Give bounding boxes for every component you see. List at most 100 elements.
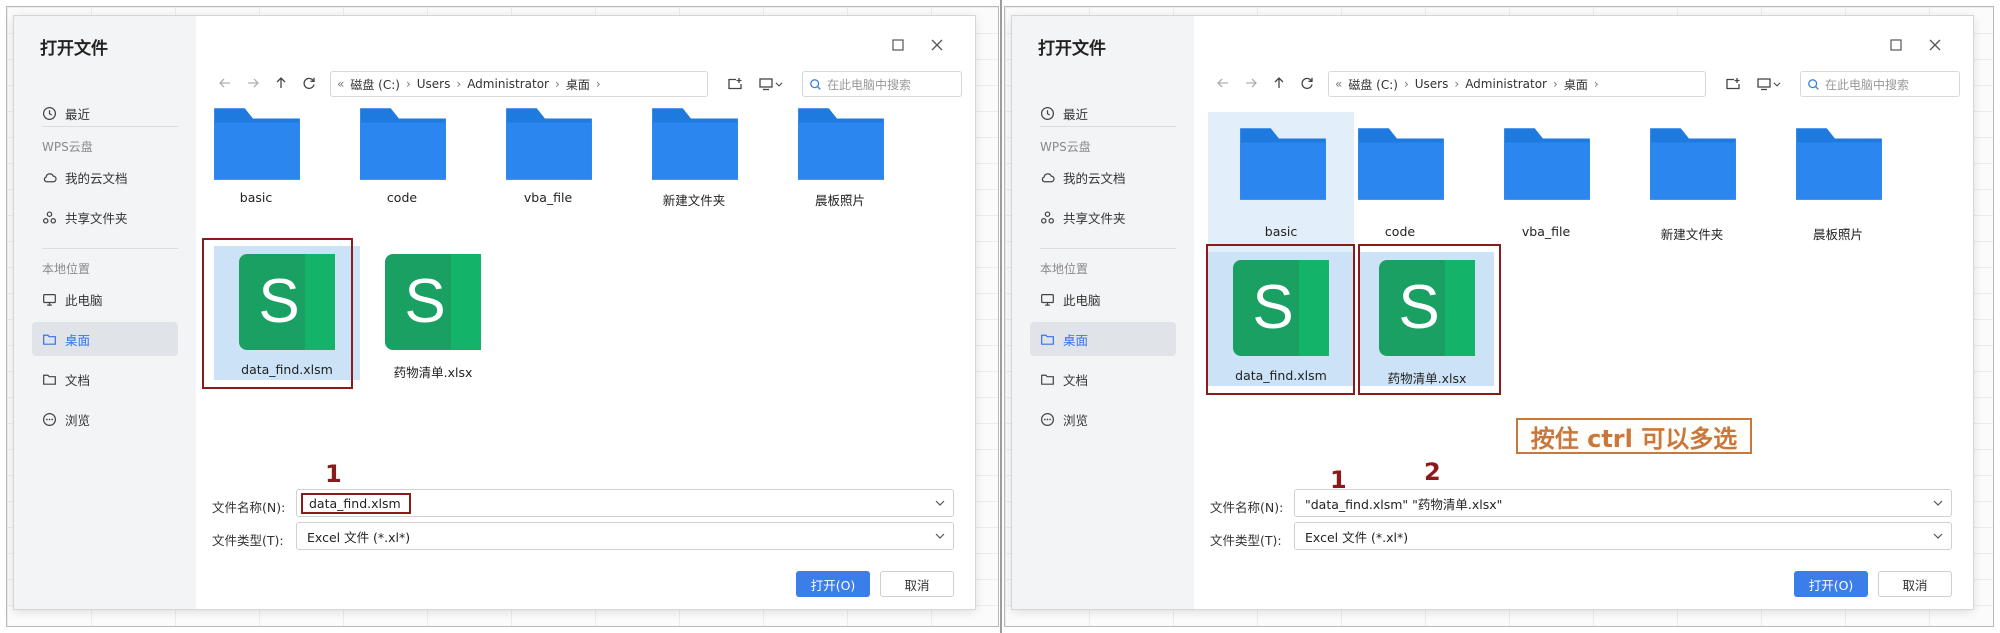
sidebar-item-label: 共享文件夹 bbox=[1063, 210, 1126, 226]
forward-button[interactable] bbox=[1240, 72, 1262, 94]
sidebar-item-my-cloud[interactable]: 我的云文档 bbox=[32, 160, 178, 194]
filename-value: data_find.xlsm bbox=[301, 492, 411, 514]
sidebar-item-desktop[interactable]: 桌面 bbox=[32, 322, 178, 356]
sidebar-heading-wps-cloud: WPS云盘 bbox=[1040, 140, 1091, 154]
arrow-right-icon bbox=[1246, 78, 1257, 88]
annotation-number-1: 1 bbox=[1330, 466, 1347, 494]
sidebar-item-recent[interactable]: 最近 bbox=[32, 96, 178, 130]
cancel-button[interactable]: 取消 bbox=[1878, 571, 1952, 597]
back-button[interactable] bbox=[1212, 72, 1234, 94]
sidebar-item-browse[interactable]: 浏览 bbox=[1030, 402, 1176, 436]
sidebar-item-label: 浏览 bbox=[65, 412, 91, 428]
clock-icon bbox=[1040, 106, 1055, 120]
folder-item[interactable]: 新建文件夹 bbox=[634, 86, 754, 208]
cloud-icon bbox=[1041, 172, 1055, 182]
sidebar-item-label: 桌面 bbox=[65, 332, 91, 348]
folder-item[interactable]: code bbox=[1340, 86, 1460, 239]
sidebar-item-shared-folder[interactable]: 共享文件夹 bbox=[1030, 200, 1176, 234]
open-file-dialog-right: 打开文件 最近 WPS云盘 我的云文档 共享文件夹 本地位置 此电脑 桌面 文档 bbox=[1012, 16, 1973, 609]
view-mode-icon bbox=[1757, 78, 1771, 91]
close-icon bbox=[931, 39, 943, 51]
folder-item[interactable]: 晨板照片 bbox=[780, 86, 900, 208]
file-name: code bbox=[386, 190, 418, 205]
sidebar-separator bbox=[1040, 248, 1176, 249]
filetype-label: 文件类型(T): bbox=[1210, 533, 1282, 548]
filetype-select[interactable]: Excel 文件 (*.xl*) bbox=[296, 522, 954, 550]
sidebar-item-desktop[interactable]: 桌面 bbox=[1030, 322, 1176, 356]
filename-label: 文件名称(N): bbox=[1210, 500, 1284, 515]
cancel-button[interactable]: 取消 bbox=[880, 571, 954, 597]
filetype-select[interactable]: Excel 文件 (*.xl*) bbox=[1294, 522, 1952, 550]
folder-icon bbox=[214, 108, 300, 180]
close-icon bbox=[1929, 39, 1941, 51]
close-button[interactable] bbox=[928, 36, 946, 54]
file-name: basic bbox=[239, 190, 273, 205]
ellipsis-circle-icon bbox=[42, 412, 57, 426]
folder-item[interactable]: code bbox=[342, 86, 462, 205]
sidebar-item-recent[interactable]: 最近 bbox=[1030, 96, 1176, 130]
folder-icon bbox=[1650, 128, 1736, 200]
annotation-number-2: 2 bbox=[1424, 458, 1441, 486]
cloud-icon bbox=[43, 172, 57, 182]
sidebar-item-label: 此电脑 bbox=[65, 292, 103, 308]
chevron-down-icon bbox=[1933, 533, 1943, 539]
folder-item[interactable]: vba_file bbox=[488, 86, 608, 205]
folder-icon bbox=[1504, 128, 1590, 200]
sidebar-separator bbox=[42, 126, 178, 127]
selection-highlight-box bbox=[1206, 244, 1355, 395]
folder-outline-icon bbox=[1041, 374, 1054, 385]
folder-item[interactable]: 新建文件夹 bbox=[1632, 86, 1752, 242]
folder-icon bbox=[506, 108, 592, 180]
refresh-icon bbox=[1301, 77, 1313, 90]
filename-field[interactable]: "data_find.xlsm" "药物清单.xlsx" bbox=[1294, 489, 1952, 517]
folder-item[interactable]: basic bbox=[196, 86, 316, 205]
sidebar: 打开文件 最近 WPS云盘 我的云文档 共享文件夹 本地位置 此电脑 桌面 文档 bbox=[14, 16, 196, 609]
sidebar-item-shared-folder[interactable]: 共享文件夹 bbox=[32, 200, 178, 234]
sidebar-heading-local: 本地位置 bbox=[42, 262, 91, 276]
folder-icon bbox=[1358, 128, 1444, 200]
filename-value: "data_find.xlsm" "药物清单.xlsx" bbox=[1305, 496, 1503, 512]
folder-outline-icon bbox=[43, 334, 56, 345]
arrow-left-icon bbox=[1217, 78, 1228, 88]
open-button[interactable]: 打开(O) bbox=[796, 571, 870, 597]
close-button[interactable] bbox=[1926, 36, 1944, 54]
folder-icon bbox=[798, 108, 884, 180]
sidebar-item-this-pc[interactable]: 此电脑 bbox=[32, 282, 178, 316]
chevron-down-icon bbox=[935, 500, 945, 506]
refresh-button[interactable] bbox=[1296, 72, 1318, 94]
folder-icon bbox=[1240, 128, 1326, 200]
sidebar-item-documents[interactable]: 文档 bbox=[32, 362, 178, 396]
ctrl-multiselect-tip: 按住 ctrl 可以多选 bbox=[1516, 418, 1752, 454]
folder-item[interactable]: 晨板照片 bbox=[1778, 86, 1898, 242]
sidebar-separator bbox=[42, 248, 178, 249]
panel-divider bbox=[1000, 0, 1002, 633]
maximize-icon bbox=[1890, 39, 1902, 51]
file-name: 晨板照片 bbox=[814, 193, 865, 208]
file-name: vba_file bbox=[1521, 224, 1571, 239]
sidebar-item-browse[interactable]: 浏览 bbox=[32, 402, 178, 436]
clock-icon bbox=[42, 106, 57, 120]
folder-item[interactable]: vba_file bbox=[1486, 86, 1606, 239]
sidebar-item-documents[interactable]: 文档 bbox=[1030, 362, 1176, 396]
share-icon bbox=[42, 210, 57, 224]
svg-text:S: S bbox=[404, 267, 445, 336]
sidebar: 打开文件 最近 WPS云盘 我的云文档 共享文件夹 本地位置 此电脑 桌面 文档 bbox=[1012, 16, 1194, 609]
sidebar-item-label: 我的云文档 bbox=[1063, 170, 1126, 186]
sidebar-item-label: 共享文件夹 bbox=[65, 210, 128, 226]
maximize-button[interactable] bbox=[1887, 36, 1905, 54]
sidebar-item-label: 文档 bbox=[65, 372, 91, 388]
sidebar-item-my-cloud[interactable]: 我的云文档 bbox=[1030, 160, 1176, 194]
monitor-icon bbox=[1041, 293, 1054, 306]
filename-label: 文件名称(N): bbox=[212, 500, 286, 515]
sidebar-item-label: 我的云文档 bbox=[65, 170, 128, 186]
sidebar-item-this-pc[interactable]: 此电脑 bbox=[1030, 282, 1176, 316]
wps-sheet-icon: S bbox=[385, 254, 481, 350]
open-button[interactable]: 打开(O) bbox=[1794, 571, 1868, 597]
folder-outline-icon bbox=[43, 374, 56, 385]
sidebar-item-label: 此电脑 bbox=[1063, 292, 1101, 308]
file-name: 新建文件夹 bbox=[662, 193, 726, 208]
file-item[interactable]: S 药物清单.xlsx bbox=[360, 246, 506, 380]
maximize-button[interactable] bbox=[889, 36, 907, 54]
up-button[interactable] bbox=[1268, 72, 1290, 94]
filename-field[interactable]: data_find.xlsm bbox=[296, 489, 954, 517]
